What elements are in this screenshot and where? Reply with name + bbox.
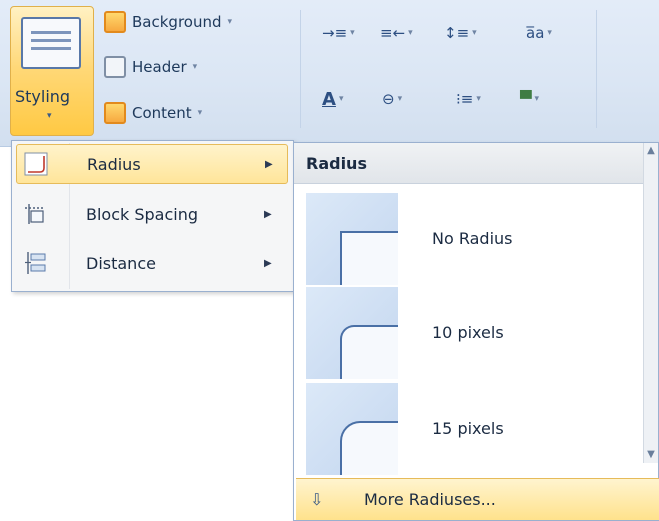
styling-icon — [21, 17, 81, 69]
scroll-down-icon[interactable]: ▼ — [644, 447, 658, 463]
gallery-scrollbar[interactable]: ▲ ▼ — [643, 143, 658, 463]
chevron-down-icon: ▾ — [476, 94, 481, 104]
decrease-indent-icon: ≡← — [380, 24, 406, 42]
character-spacing-button[interactable]: a̅a ▾ — [526, 20, 552, 46]
content-label: Content — [132, 104, 192, 122]
submenu-arrow-icon: ▶ — [264, 257, 272, 269]
radius-preview-thumbnail — [306, 383, 398, 475]
styling-button[interactable]: Styling ▾ — [10, 6, 94, 136]
hyperlink-icon: ⊖ — [382, 90, 395, 108]
character-spacing-icon: a̅a — [526, 24, 545, 42]
more-radiuses-label: More Radiuses... — [364, 490, 496, 509]
chevron-down-icon: ▾ — [408, 28, 413, 38]
styling-submenu: Radius ▶ Block Spacing ▶ Distance ▶ — [11, 140, 294, 292]
gallery-item-label: 10 pixels — [432, 323, 504, 342]
chevron-down-icon: ▾ — [227, 17, 233, 27]
chevron-down-icon: ▾ — [547, 28, 552, 38]
chevron-down-icon: ▾ — [397, 94, 403, 104]
gallery-item-10-pixels[interactable]: 10 pixels — [306, 287, 634, 379]
menu-item-block-spacing[interactable]: Block Spacing ▶ — [16, 194, 288, 234]
radius-corner-icon — [24, 152, 48, 176]
picture-button[interactable]: ▀ ▾ — [520, 86, 539, 112]
submenu-arrow-icon: ▶ — [264, 208, 272, 220]
submenu-arrow-icon: ▶ — [265, 158, 273, 170]
gallery-item-label: 15 pixels — [432, 419, 504, 438]
header-icon — [104, 56, 126, 78]
chevron-down-icon: ▾ — [350, 28, 355, 38]
radius-gallery: Radius No Radius 10 pixels 15 pixels — [293, 142, 659, 521]
radius-preview-thumbnail — [306, 193, 398, 285]
chevron-down-icon: ▾ — [534, 94, 540, 104]
gallery-item-label: No Radius — [432, 229, 513, 248]
line-spacing-icon: ↕≡ — [444, 24, 470, 42]
background-label: Background — [132, 13, 222, 31]
gallery-title: Radius — [306, 153, 367, 173]
ribbon-group-separator — [596, 10, 597, 128]
radius-preview-shape — [340, 231, 398, 285]
font-color-button[interactable]: A ▾ — [322, 86, 343, 112]
ribbon-group-separator — [300, 10, 301, 128]
bullet-list-icon: ⁝≡ — [456, 90, 474, 108]
line-spacing-button[interactable]: ↕≡ ▾ — [444, 20, 477, 46]
more-radiuses-button[interactable]: ⇩ More Radiuses... — [296, 478, 659, 520]
distance-icon — [25, 252, 46, 274]
menu-item-label: Block Spacing — [86, 204, 199, 224]
picture-icon: ▀ — [520, 90, 532, 108]
radius-preview-thumbnail — [306, 287, 398, 379]
radius-preview-shape — [340, 421, 398, 475]
hyperlink-button[interactable]: ⊖ ▾ — [382, 86, 402, 112]
chevron-down-icon: ▾ — [338, 94, 344, 104]
chevron-down-icon: ▾ — [197, 108, 203, 118]
chevron-down-icon: ▾ — [472, 28, 477, 38]
content-icon — [104, 102, 126, 124]
block-spacing-icon — [25, 204, 45, 224]
gallery-item-no-radius[interactable]: No Radius — [306, 193, 634, 285]
styling-label: Styling — [15, 87, 71, 106]
dialog-launcher-icon: ⇩ — [310, 489, 324, 509]
menu-item-label: Distance — [86, 253, 156, 273]
background-button[interactable]: Background ▾ — [104, 7, 232, 37]
gallery-item-15-pixels[interactable]: 15 pixels — [306, 383, 634, 475]
menu-item-distance[interactable]: Distance ▶ — [16, 243, 288, 283]
radius-preview-shape — [340, 325, 398, 379]
menu-item-label: Radius — [87, 154, 141, 174]
ribbon: Styling ▾ Background ▾ Header ▾ Content … — [0, 0, 659, 147]
scroll-up-icon[interactable]: ▲ — [644, 143, 658, 159]
bullet-list-button[interactable]: ⁝≡ ▾ — [456, 86, 481, 112]
increase-indent-icon: →≡ — [322, 24, 348, 42]
gallery-header: Radius — [294, 143, 658, 184]
chevron-down-icon: ▾ — [192, 62, 198, 72]
increase-indent-button[interactable]: →≡ ▾ — [322, 20, 355, 46]
font-color-icon: A — [322, 88, 336, 110]
header-label: Header — [132, 58, 187, 76]
decrease-indent-button[interactable]: ≡← ▾ — [380, 20, 413, 46]
content-button[interactable]: Content ▾ — [104, 98, 202, 128]
menu-item-radius[interactable]: Radius ▶ — [16, 144, 288, 184]
header-button[interactable]: Header ▾ — [104, 52, 197, 82]
chevron-down-icon: ▾ — [47, 111, 52, 121]
background-icon — [104, 11, 126, 33]
